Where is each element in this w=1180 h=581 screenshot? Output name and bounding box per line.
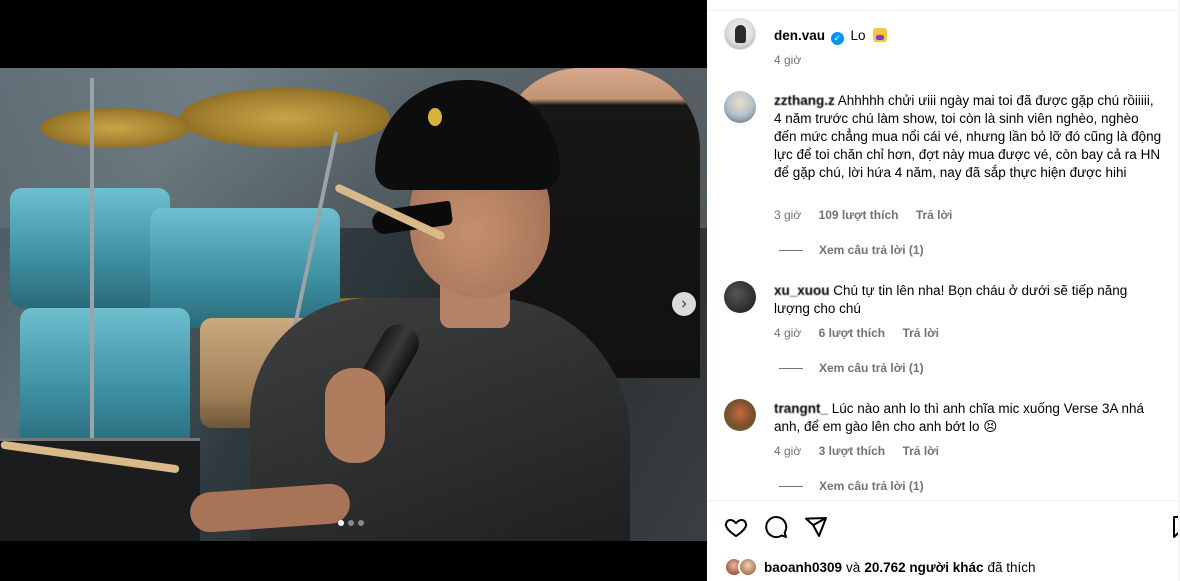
likes-connector: và: [846, 559, 861, 575]
post-side-panel: den.vau ✓ Lo 4 giờ zzthang.z Ahhhhh chửi…: [707, 0, 1180, 581]
author-username[interactable]: den.vau: [774, 28, 825, 43]
divider-line: [779, 367, 803, 369]
commenter-avatar[interactable]: [724, 91, 756, 123]
comment-meta: 4 giờ 6 lượt thích Trả lời: [774, 326, 939, 340]
reply-button[interactable]: Trả lời: [916, 208, 953, 222]
action-bar: [707, 512, 1180, 542]
carousel-dot: [358, 520, 364, 526]
comment-text: Lúc nào anh lo thì anh chĩa mic xuống Ve…: [774, 401, 1144, 434]
share-button[interactable]: [801, 512, 831, 542]
commenter-avatar[interactable]: [724, 399, 756, 431]
carousel-dot: [348, 520, 354, 526]
reply-button[interactable]: Trả lời: [902, 326, 939, 340]
comment-time[interactable]: 4 giờ: [774, 326, 801, 340]
post-photo: [0, 68, 707, 541]
emoji-icon: [873, 28, 888, 42]
comment-item: xu_xuou Chú tự tin lên nha! Bọn cháu ở d…: [774, 282, 1164, 318]
heart-icon: [724, 519, 748, 537]
comment-time[interactable]: 4 giờ: [774, 444, 801, 458]
divider-line: [779, 249, 803, 251]
likes-others-link[interactable]: 20.762 người khác: [864, 560, 983, 575]
comment-username[interactable]: zzthang.z: [774, 93, 835, 108]
divider-line: [779, 485, 803, 487]
verified-icon: ✓: [830, 32, 844, 45]
comment-item: trangnt_ Lúc nào anh lo thì anh chĩa mic…: [774, 400, 1164, 436]
reply-button[interactable]: Trả lời: [902, 444, 939, 458]
view-replies-label: Xem câu trả lời (1): [819, 479, 924, 493]
section-divider: [707, 500, 1180, 501]
comment-meta: 3 giờ 109 lượt thích Trả lời: [774, 208, 952, 222]
liker-avatar: [738, 557, 758, 577]
comment-username[interactable]: xu_xuou: [774, 283, 830, 298]
post-time[interactable]: 4 giờ: [774, 53, 801, 67]
comment-button[interactable]: [761, 512, 791, 542]
commenter-avatar[interactable]: [724, 281, 756, 313]
view-replies-button[interactable]: Xem câu trả lời (1): [779, 479, 924, 493]
likes-summary: baoanh0309 và 20.762 người khác đã thích: [724, 556, 1036, 578]
comment-item: zzthang.z Ahhhhh chửi ưiii ngày mai toi …: [774, 92, 1164, 182]
comment-icon: [765, 516, 788, 539]
comment-likes[interactable]: 6 lượt thích: [819, 326, 886, 340]
likes-suffix: đã thích: [987, 559, 1036, 575]
comment-time[interactable]: 3 giờ: [774, 208, 801, 222]
post-media: ›: [0, 0, 707, 581]
carousel-dot: [338, 520, 344, 526]
liker-username[interactable]: baoanh0309: [764, 560, 842, 575]
carousel-next-button[interactable]: ›: [672, 292, 696, 316]
view-replies-label: Xem câu trả lời (1): [819, 361, 924, 375]
share-icon: [805, 517, 827, 537]
chevron-right-icon: ›: [681, 295, 687, 312]
comment-meta: 4 giờ 3 lượt thích Trả lời: [774, 444, 939, 458]
carousel-dots: [338, 520, 364, 526]
caption-text: Lo: [850, 28, 866, 43]
view-replies-button[interactable]: Xem câu trả lời (1): [779, 361, 924, 375]
comment-likes[interactable]: 3 lượt thích: [819, 444, 886, 458]
comment-likes[interactable]: 109 lượt thích: [819, 208, 899, 222]
comment-username[interactable]: trangnt_: [774, 401, 828, 416]
view-replies-button[interactable]: Xem câu trả lời (1): [779, 243, 924, 257]
view-replies-label: Xem câu trả lời (1): [819, 243, 924, 257]
author-caption: den.vau ✓ Lo: [774, 28, 888, 45]
author-avatar[interactable]: [724, 18, 756, 50]
like-button[interactable]: [721, 512, 751, 542]
